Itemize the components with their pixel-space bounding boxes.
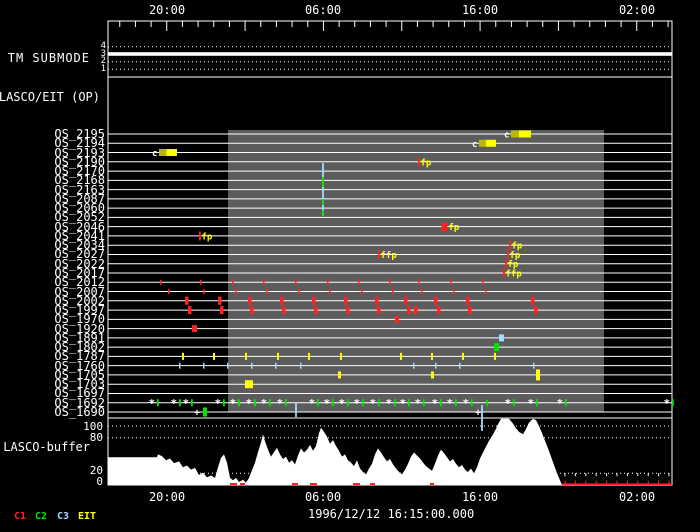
svg-text:*: * (324, 397, 331, 410)
svg-text:*: * (528, 397, 535, 410)
svg-text:*: * (215, 397, 222, 410)
bottom-axis-label: 20:00 (148, 490, 186, 504)
legend-item-c1: C1 (14, 511, 27, 522)
svg-text:fp: fp (449, 223, 460, 233)
bottom-axis-label: 16:00 (461, 490, 499, 504)
svg-text:*: * (400, 397, 407, 410)
svg-text:c: c (504, 131, 509, 141)
svg-text:c: c (472, 140, 477, 150)
svg-text:*: * (432, 397, 439, 410)
svg-text:*: * (246, 397, 253, 410)
svg-text:*: * (309, 397, 316, 410)
svg-text:*: * (386, 397, 393, 410)
svg-text:*: * (447, 397, 454, 410)
timeline-plot: cccfpfpfpfpfpffpfpffp* * * * * * * * * * * * * * * * * * *… (107, 20, 674, 486)
legend-item-eit: EIT (78, 511, 97, 522)
svg-text:+: + (194, 408, 200, 419)
bottom-axis-label: 06:00 (304, 490, 342, 504)
svg-text:*: * (557, 397, 564, 410)
lasco-timeline-screen: 20:00 06:00 16:00 02:00 TM SUBMODE 4321 LAS… (0, 0, 700, 532)
svg-text:*: * (149, 397, 156, 410)
svg-text:c: c (152, 149, 157, 159)
bottom-axis-label: 02:00 (618, 490, 656, 504)
plot-start-datetime: 1996/12/12 16:15:00.000 (308, 507, 475, 521)
svg-text:fp: fp (421, 158, 432, 168)
svg-text:*: * (463, 397, 470, 410)
svg-text:*: * (339, 397, 346, 410)
svg-text:*: * (171, 397, 178, 410)
svg-text:*: * (415, 397, 422, 410)
svg-text:*: * (664, 397, 671, 410)
svg-text:*: * (505, 397, 512, 410)
svg-text:*: * (230, 397, 237, 410)
svg-text:*: * (261, 397, 268, 410)
svg-text:fp: fp (202, 232, 213, 242)
svg-text:ffp: ffp (381, 251, 398, 261)
legend-item-c3: C3 (57, 511, 70, 522)
svg-text:*: * (183, 397, 190, 410)
svg-text:*: * (370, 397, 377, 410)
svg-text:ffp: ffp (506, 270, 523, 280)
svg-text:*: * (354, 397, 361, 410)
svg-text:*: * (277, 397, 284, 410)
svg-text:+: + (475, 408, 481, 419)
legend-item-c2: C2 (35, 511, 48, 522)
